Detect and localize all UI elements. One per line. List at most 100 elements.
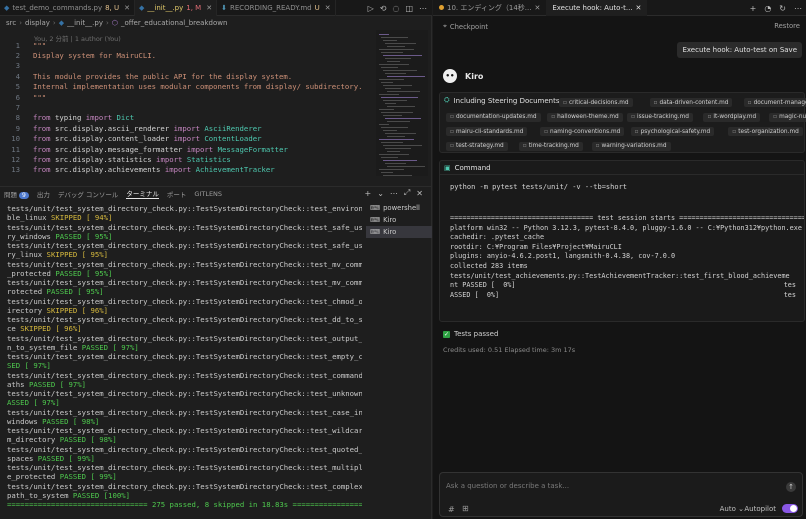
problem-count-badge: 9 [19,191,29,199]
debug-icon[interactable]: ⟲ [380,4,387,13]
code-text: from src.display.statistics import Stati… [33,155,231,165]
restore-button[interactable]: Restore [774,22,800,30]
new-chat-icon[interactable]: + [750,4,757,13]
chevron-down-icon[interactable]: ⌄ [377,189,384,198]
steering-doc-chip[interactable]: ▫ naming-conventions.md [540,127,625,136]
editor-tab[interactable]: ◆ test_demo_commands.py 8, U ✕ [0,0,135,16]
more-actions-icon[interactable]: ⋯ [794,4,802,13]
terminal-line: ================================ 275 pas… [7,500,362,509]
history-back-icon[interactable]: ↻ [779,4,786,13]
document-icon: ▫ [747,99,752,106]
model-select[interactable]: Auto ⌄ [720,505,744,513]
terminal-text: e_protected [7,472,60,482]
close-icon[interactable]: ✕ [206,4,212,12]
chat-tab-actions: + ◔ ↻ ⋯ [750,0,802,16]
test-status: SKIPPED [20,324,51,334]
steering-doc-chip[interactable]: ▫ time-tracking.md [518,141,583,151]
more-actions-icon[interactable]: ⋯ [419,4,427,13]
steering-doc-chip[interactable]: ▫document-management.md [743,98,806,107]
breadcrumb-item[interactable]: __init__.py [67,19,103,27]
code-text: """ [33,92,47,102]
run-icon[interactable]: ▷ [368,4,374,13]
terminal-list-item[interactable]: ⌨ powershell [366,202,432,214]
panel-tab[interactable]: デバッグ コンソール [58,189,119,199]
editor-tab[interactable]: ⬇ RECORDING_READY.md U ✕ [217,0,336,16]
steering-header[interactable]: ⛭ Including Steering Documents [444,96,559,105]
chat-tab[interactable]: Execute hook: Auto-t... ✕ [546,0,648,16]
editor-tab[interactable]: ◆ __init__.py 1, M ✕ [135,0,218,16]
more-actions-icon[interactable]: ⋯ [390,189,398,198]
steering-doc-chip[interactable]: ▫magic-numbers.md [769,112,806,122]
command-output-line: ASSED [ 0%] tes [450,291,796,301]
breadcrumb-item[interactable]: _offer_educational_breakdown [121,19,227,27]
close-icon[interactable]: ✕ [124,4,130,12]
terminal-text: tests/unit/test_system_directory_check.p… [7,426,362,435]
minimap-line [379,64,409,65]
minimap-line [383,40,397,41]
terminal-text: ce [7,324,21,334]
history-icon[interactable]: ◔ [764,4,771,13]
command-output-line: =================================== test… [450,214,804,224]
context-hash-icon[interactable]: # [448,505,455,514]
terminal-text: ry_windows [7,231,56,241]
breadcrumb-item[interactable]: display [25,19,50,27]
agent-header: •• Kiro [443,69,483,83]
terminal-output[interactable]: tests/unit/test_system_directory_check.p… [0,204,362,519]
terminal-line: ASSED [ 97%] [7,398,362,407]
breadcrumb-separator-icon: › [19,19,23,27]
close-icon[interactable]: ✕ [534,4,540,12]
steering-doc-chip[interactable]: ▫ warning-variations.md [591,141,671,151]
steering-doc-chip[interactable]: ▫ psychological-safety.md [630,127,715,136]
command-header[interactable]: ▣ Command [440,161,804,175]
minimap[interactable] [376,30,428,176]
close-icon[interactable]: ✕ [636,4,642,12]
test-status: PASSED [81,342,109,352]
code-editor[interactable]: You, 2 分前 | 1 author (You) 1 """ 2 Display … [0,30,432,176]
terminal-name: Kiro [383,216,397,224]
test-status: PASSED [59,472,87,482]
minimap-line [381,142,403,143]
send-button[interactable]: ↑ [786,482,796,492]
document-icon: ▫ [707,114,712,120]
panel-tab[interactable]: GITLENS [194,190,222,198]
steering-doc-chip[interactable]: ▫ test-strategy.md [446,141,508,151]
close-icon[interactable]: ✕ [325,4,331,12]
terminal-list-item[interactable]: ⌨ Kiro [366,226,432,238]
terminal-list-item[interactable]: ⌨ Kiro [366,214,432,226]
steering-doc-chip[interactable]: ▫ issue-tracking.md [627,112,693,122]
steering-doc-chip[interactable]: ▫ mairu-cli-standards.md [446,127,528,136]
panel-tab[interactable]: ポート [167,189,187,199]
steering-doc-chip[interactable]: ▫ documentation-updates.md [446,112,541,122]
terminal-text: n_to_system_file [7,342,82,352]
image-attach-icon[interactable]: ⊞ [462,504,469,513]
close-icon[interactable]: ✕ [416,189,423,198]
editor-pane: ◆ test_demo_commands.py 8, U ✕ ◆ __init__.py… [0,0,432,519]
split-editor-icon[interactable]: ◫ [405,4,413,13]
compare-icon[interactable]: ◌ [392,4,399,13]
progress-percent: [ 96%] [50,324,82,334]
steering-doc-chip[interactable]: ▫ test-organization.md [728,127,803,136]
python-icon: ◆ [58,19,65,27]
chat-input[interactable]: Ask a question or describe a task... [446,482,569,490]
steering-doc-chip[interactable]: ▫ lt-wordplay.md [703,112,761,122]
panel-tab[interactable]: 問題 9 [4,189,29,199]
autopilot-toggle[interactable] [782,504,798,513]
credits-info: Credits used: 0.51 Elapsed time: 3m 17s [443,346,576,354]
steering-doc-chip[interactable]: ▫ critical-decisions.md [559,98,633,107]
terminal-line: path_to_system PASSED [100%] [7,491,362,500]
terminal-icon: ⌨ [370,216,381,224]
steering-doc-chip[interactable]: ▫ halloween-theme.md [547,112,623,122]
panel-tab[interactable]: ターミナル [126,188,159,199]
breadcrumb-item[interactable]: src [6,19,16,27]
chat-tab[interactable]: 10. エンディング（14秒... ✕ [433,0,546,16]
steering-doc-chip[interactable]: ▫ data-driven-content.md [649,98,733,107]
maximize-panel-icon[interactable]: ⤢ [404,188,410,198]
panel-tab[interactable]: 出力 [37,189,50,199]
panel-tab-label: デバッグ コンソール [57,190,119,199]
command-card: ▣ Command python -m pytest tests/unit/ -… [439,160,805,322]
terminal-line: tests/unit/test_system_directory_check.p… [7,260,362,269]
chat-input-box[interactable]: Ask a question or describe a task... ↑ #… [439,472,803,517]
terminal-line: tests/unit/test_system_directory_check.p… [7,223,362,232]
code-line: 11 from src.display.message_formatter imp… [0,144,288,154]
new-terminal-icon[interactable]: + [364,189,371,198]
